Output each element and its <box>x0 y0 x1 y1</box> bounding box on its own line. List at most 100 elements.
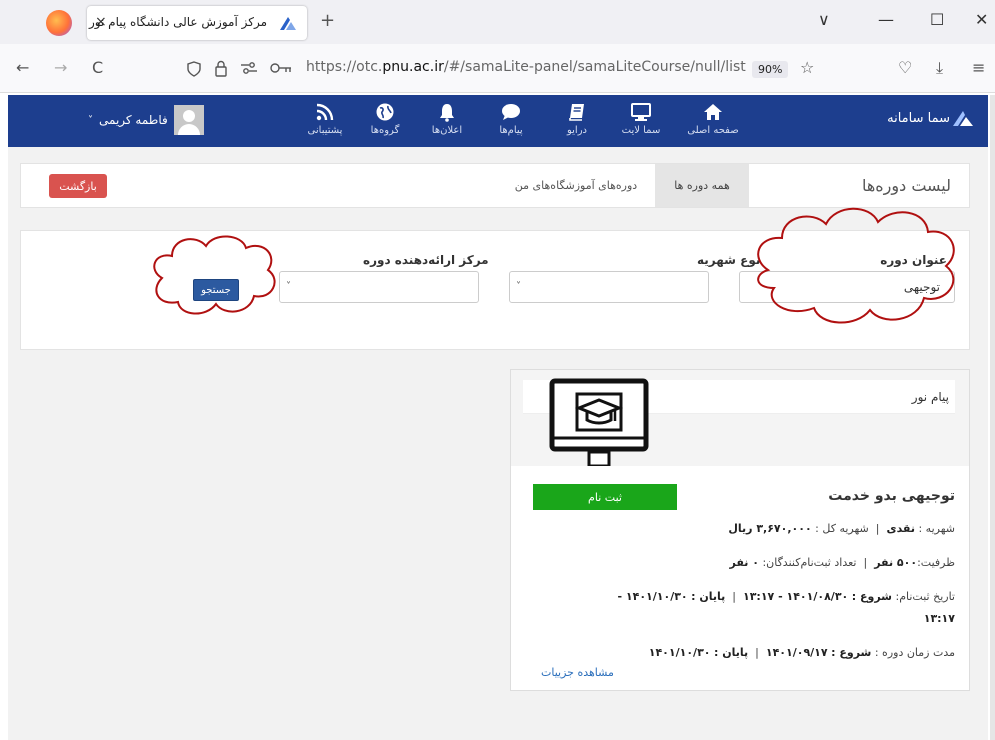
globe-icon <box>376 103 394 121</box>
maximize-button[interactable]: ☐ <box>930 10 944 29</box>
course-card: پیام نور ثبت نام توجیهی بدو خدمت شهریه :… <box>510 369 970 691</box>
nav-groups[interactable]: گروه‌ها <box>358 101 412 136</box>
duration-end-value: ۱۴۰۱/۱۰/۳۰ <box>648 646 711 659</box>
menu-icon[interactable]: ≡ <box>972 58 985 77</box>
registration-dates-line: تاریخ ثبت‌نام: شروع : ۱۴۰۱/۰۸/۳۰ - ۱۳:۱۷… <box>617 590 955 603</box>
capacity-value: ۵۰۰ نفر <box>874 556 918 569</box>
url-domain: pnu.ac.ir <box>382 59 444 75</box>
separator: | <box>875 522 880 535</box>
registered-count-label: تعداد ثبت‌نام‌کنندگان: <box>762 556 857 569</box>
nav-support[interactable]: پشتیبانی <box>298 101 352 136</box>
fee-type-label: شهریه : <box>918 522 955 535</box>
home-icon <box>704 104 722 120</box>
capacity-line: ظرفیت:۵۰۰ نفر | تعداد ثبت‌نام‌کنندگان: ۰… <box>729 556 955 569</box>
registration-end-label: پایان : <box>691 590 726 603</box>
fee-type-label: نوع شهریه <box>697 253 761 267</box>
nav-support-label: پشتیبانی <box>307 125 343 136</box>
nav-drive[interactable]: درایو <box>550 101 604 136</box>
registration-end-time-line: ۱۳:۱۷ <box>924 612 955 625</box>
main-content: لیست دوره‌ها همه دوره ها دوره‌های آموزشگ… <box>8 147 988 740</box>
chevron-down-icon: ˅ <box>286 281 291 292</box>
register-button[interactable]: ثبت نام <box>533 484 677 510</box>
nav-groups-label: گروه‌ها <box>370 125 400 136</box>
url-path: /#/samaLite-panel/samaLiteCourse/null/li… <box>443 59 746 75</box>
registered-count-value: ۰ نفر <box>729 556 759 569</box>
nav-notifications[interactable]: اعلان‌ها <box>420 101 474 136</box>
url-text[interactable]: https://otc.pnu.ac.ir/#/samaLite-panel/s… <box>306 59 746 75</box>
registration-end-value: ۱۴۰۱/۱۰/۳۰ - <box>617 590 688 603</box>
fee-total-value: ۳,۶۷۰,۰۰۰ ریال <box>728 522 812 535</box>
list-all-tabs-button[interactable]: ∨ <box>818 10 830 29</box>
capacity-label: ظرفیت: <box>917 556 955 569</box>
bookmark-star-icon[interactable]: ☆ <box>800 58 814 77</box>
browser-nav-bar: ← → C https://otc.pnu.ac.ir/#/samaLite-p… <box>0 44 995 93</box>
fee-type-value: نقدی <box>886 522 915 535</box>
separator: | <box>732 590 736 603</box>
provider-select[interactable]: ˅ <box>279 271 479 303</box>
course-title-input[interactable]: توجیهی <box>739 271 955 303</box>
logo-mark-icon <box>953 111 973 126</box>
user-name: فاطمه کریمی <box>99 113 168 127</box>
rss-icon <box>316 103 334 121</box>
back-button[interactable]: بازگشت <box>49 174 107 198</box>
registration-end-time: ۱۳:۱۷ <box>923 612 955 625</box>
course-duration-line: مدت زمان دوره : شروع : ۱۴۰۱/۰۹/۱۷ | پایا… <box>649 646 955 659</box>
minimize-button[interactable]: — <box>878 10 894 29</box>
browser-tab-strip: × مرکز آموزش عالی دانشگاه پیام نور + ∨ —… <box>0 0 995 44</box>
reload-button[interactable]: C <box>92 58 103 77</box>
tab-all-courses[interactable]: همه دوره ها <box>655 164 749 207</box>
nav-samalite[interactable]: سما لایت <box>614 101 668 136</box>
nav-messages[interactable]: پیام‌ها <box>484 101 538 136</box>
nav-home[interactable]: صفحه اصلی <box>686 101 740 136</box>
filter-panel: عنوان دوره توجیهی نوع شهریه ˅ مرکز ارائه… <box>20 230 970 350</box>
downloads-icon[interactable]: ⤓ <box>936 58 943 78</box>
fee-line: شهریه : نقدی | شهریه کل : ۳,۶۷۰,۰۰۰ ریال <box>728 522 955 535</box>
nav-samalite-label: سما لایت <box>621 125 661 136</box>
user-menu[interactable]: ˅ فاطمه کریمی <box>88 105 204 135</box>
provider-label: مرکز ارائه‌دهنده دوره <box>363 253 489 267</box>
nav-drive-label: درایو <box>566 125 587 136</box>
chevron-down-icon: ˅ <box>88 114 93 126</box>
key-icon[interactable] <box>270 62 292 74</box>
nav-home-label: صفحه اصلی <box>687 125 739 136</box>
back-button[interactable]: ← <box>16 58 29 77</box>
close-window-button[interactable]: ✕ <box>975 10 988 29</box>
course-provider: پیام نور <box>911 390 949 404</box>
pnu-favicon-icon <box>280 17 296 30</box>
firefox-icon <box>46 10 72 36</box>
zoom-level[interactable]: 90% <box>752 61 789 78</box>
new-tab-button[interactable]: + <box>320 10 335 31</box>
firefox-view-button[interactable] <box>38 6 80 40</box>
chevron-down-icon: ˅ <box>516 281 521 292</box>
avatar <box>173 105 204 135</box>
nav-notifications-label: اعلان‌ها <box>431 125 463 136</box>
lock-icon[interactable] <box>214 60 228 77</box>
url-prefix: https://otc. <box>306 59 383 75</box>
bell-icon <box>440 104 454 122</box>
search-button[interactable]: جستجو <box>193 279 239 301</box>
card-body: ثبت نام توجیهی بدو خدمت شهریه : نقدی | ش… <box>511 466 969 690</box>
pocket-icon[interactable]: ♡ <box>898 58 912 77</box>
app-logo[interactable]: سما سامانه <box>887 109 974 127</box>
forward-button[interactable]: → <box>54 58 67 77</box>
duration-label: مدت زمان دوره : <box>874 646 955 659</box>
tab-title: مرکز آموزش عالی دانشگاه پیام نور <box>88 15 267 29</box>
app-header: ˅ فاطمه کریمی پشتیبانی گروه‌ها اعلان‌ها <box>8 95 988 147</box>
duration-end-label: پایان : <box>714 646 749 659</box>
shield-icon[interactable] <box>186 61 202 77</box>
fee-type-select[interactable]: ˅ <box>509 271 709 303</box>
page-scrollbar[interactable] <box>990 95 995 740</box>
browser-tab-active[interactable]: × مرکز آموزش عالی دانشگاه پیام نور <box>87 6 307 40</box>
course-title-label: عنوان دوره <box>880 253 947 267</box>
course-title-value: توجیهی <box>903 280 940 294</box>
tab-my-institutes-courses[interactable]: دوره‌های آموزشگاه‌های من <box>501 164 651 207</box>
fee-total-label: شهریه کل : <box>815 522 869 535</box>
address-bar[interactable]: https://otc.pnu.ac.ir/#/samaLite-panel/s… <box>178 52 828 84</box>
permissions-icon[interactable] <box>240 61 258 75</box>
course-title: توجیهی بدو خدمت <box>828 488 955 504</box>
view-details-link[interactable]: مشاهده جزییات <box>541 666 614 679</box>
separator: | <box>863 556 868 569</box>
registration-dates-label: تاریخ ثبت‌نام: <box>895 590 956 603</box>
duration-start-value: ۱۴۰۱/۰۹/۱۷ <box>765 646 828 659</box>
course-list-header: لیست دوره‌ها همه دوره ها دوره‌های آموزشگ… <box>20 163 970 208</box>
